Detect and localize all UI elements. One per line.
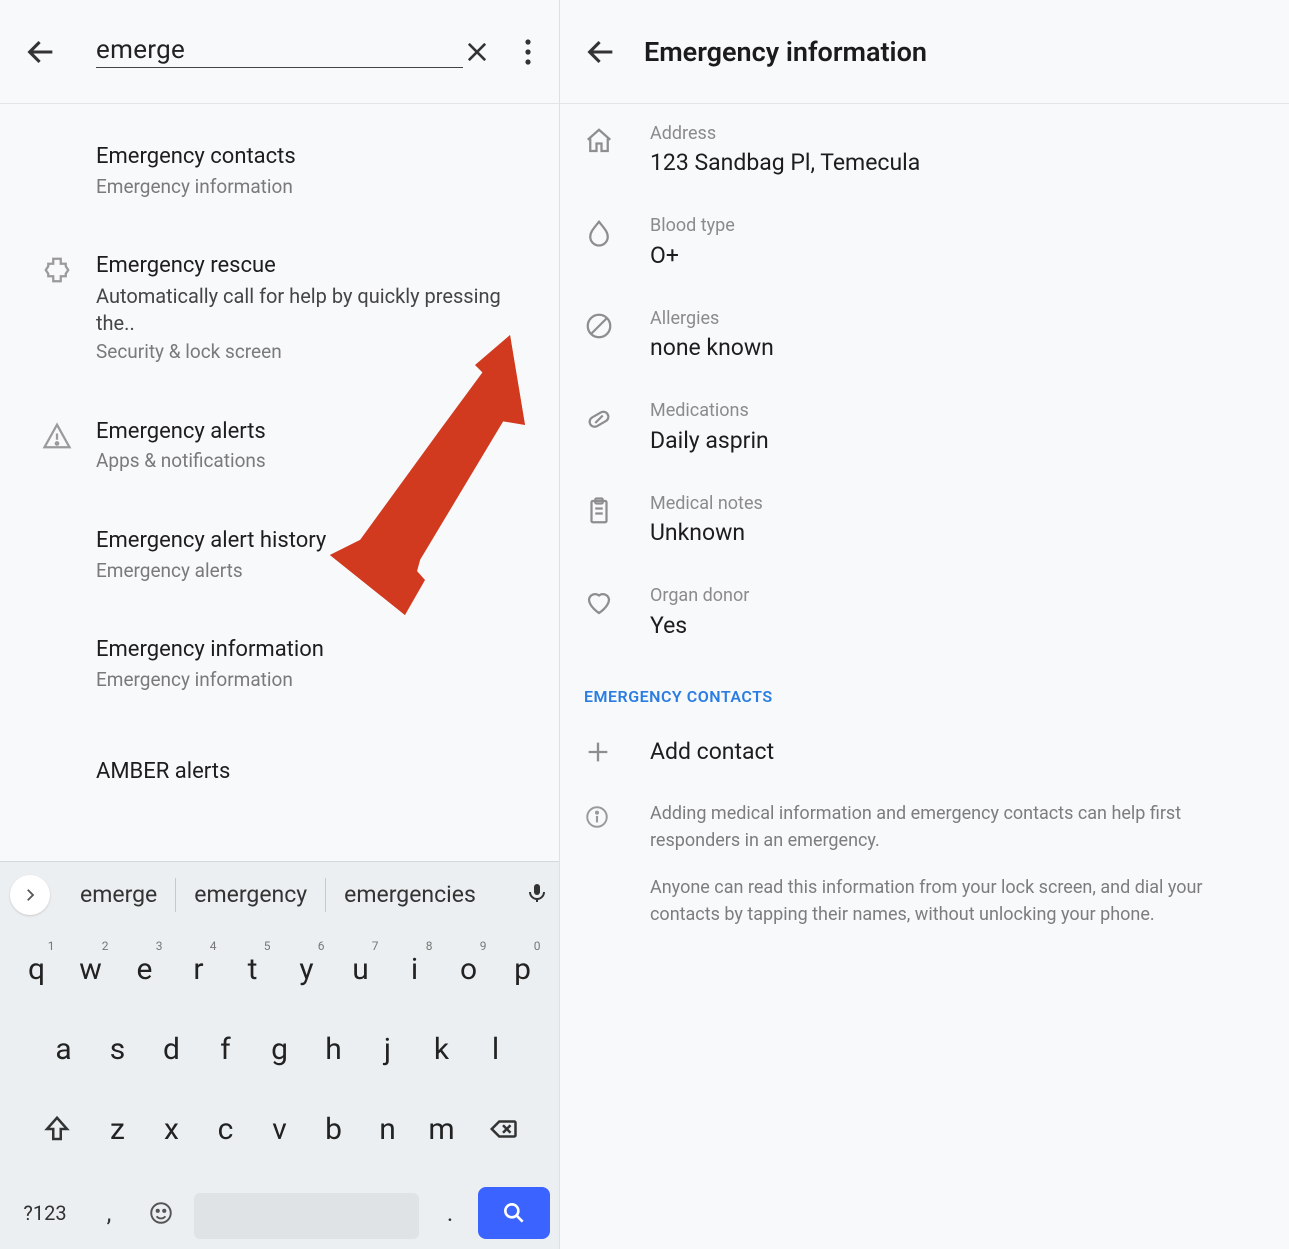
info-value: O+: [650, 240, 1265, 271]
info-value: 123 Sandbag Pl, Temecula: [650, 147, 1265, 178]
result-title: Emergency rescue: [96, 251, 543, 281]
search-result[interactable]: AMBER alerts: [0, 729, 559, 803]
key-a[interactable]: a: [40, 1015, 88, 1083]
info-value: Yes: [650, 610, 1265, 641]
keyboard-search-key[interactable]: [478, 1187, 550, 1239]
key-y[interactable]: y6: [283, 935, 331, 1003]
space-key[interactable]: [194, 1193, 419, 1239]
info-row-blood[interactable]: Blood type O+: [560, 196, 1289, 288]
emoji-key[interactable]: [137, 1185, 185, 1241]
info-row-pill[interactable]: Medications Daily asprin: [560, 381, 1289, 473]
key-m[interactable]: m: [418, 1095, 466, 1163]
key-g[interactable]: g: [256, 1015, 304, 1083]
key-x[interactable]: x: [148, 1095, 196, 1163]
key-i[interactable]: i8: [391, 935, 439, 1003]
blood-icon: [584, 214, 650, 270]
key-r[interactable]: r4: [175, 935, 223, 1003]
info-value: none known: [650, 332, 1265, 363]
clear-icon[interactable]: [463, 38, 491, 66]
key-e[interactable]: e3: [121, 935, 169, 1003]
key-k[interactable]: k: [418, 1015, 466, 1083]
overflow-menu-icon[interactable]: [525, 39, 531, 65]
result-sub: Emergency information: [96, 174, 543, 200]
result-desc: Automatically call for help by quickly p…: [96, 283, 543, 337]
suggestion[interactable]: emergencies: [326, 883, 494, 906]
info-value: Unknown: [650, 517, 1265, 548]
annotation-arrow-icon: [320, 330, 530, 654]
period-key[interactable]: .: [428, 1185, 472, 1241]
info-label: Medical notes: [650, 492, 1265, 515]
add-contact-label: Add contact: [650, 738, 774, 765]
search-header: emerge: [0, 0, 559, 104]
info-label: Organ donor: [650, 584, 1265, 607]
info-row-clipboard[interactable]: Medical notesUnknown: [560, 474, 1289, 566]
search-input[interactable]: emerge: [96, 35, 463, 68]
page-header: Emergency information: [560, 0, 1289, 104]
back-icon[interactable]: [24, 35, 58, 69]
keyboard: emerge emergency emergencies q1w2e3r4t5y…: [0, 861, 559, 1249]
section-emergency-contacts: EMERGENCY CONTACTS: [560, 659, 1289, 714]
info-value: Daily asprin: [650, 425, 1265, 456]
info-row-prohibit[interactable]: Allergiesnone known: [560, 289, 1289, 381]
search-pane: emerge Emergency contacts Emergency info…: [0, 0, 560, 1249]
info-label: Blood type: [650, 214, 1265, 237]
key-z[interactable]: z: [94, 1095, 142, 1163]
key-q[interactable]: q1: [13, 935, 61, 1003]
suggestion[interactable]: emerge: [62, 883, 175, 906]
search-result[interactable]: Emergency contacts Emergency information: [0, 126, 559, 215]
key-f[interactable]: f: [202, 1015, 250, 1083]
pill-icon: [584, 399, 650, 455]
info-icon: [584, 800, 650, 928]
key-t[interactable]: t5: [229, 935, 277, 1003]
info-label: Allergies: [650, 307, 1265, 330]
page-title: Emergency information: [644, 36, 927, 68]
info-label: Address: [650, 122, 1265, 145]
key-o[interactable]: o9: [445, 935, 493, 1003]
alert-triangle-icon: [18, 417, 96, 474]
info-label: Medications: [650, 399, 1265, 422]
key-s[interactable]: s: [94, 1015, 142, 1083]
home-icon: [584, 122, 650, 178]
heart-icon: [584, 584, 650, 640]
backspace-key[interactable]: [472, 1095, 534, 1163]
key-w[interactable]: w2: [67, 935, 115, 1003]
symbols-key[interactable]: ?123: [9, 1185, 81, 1241]
expand-suggestions-icon[interactable]: [10, 875, 50, 915]
result-sub: Emergency information: [96, 667, 543, 693]
key-c[interactable]: c: [202, 1095, 250, 1163]
key-d[interactable]: d: [148, 1015, 196, 1083]
key-u[interactable]: u7: [337, 935, 385, 1003]
medical-icon: [18, 251, 96, 364]
result-title: AMBER alerts: [96, 757, 543, 787]
prohibit-icon: [584, 307, 650, 363]
clipboard-icon: [584, 492, 650, 548]
key-v[interactable]: v: [256, 1095, 304, 1163]
key-l[interactable]: l: [472, 1015, 520, 1083]
add-contact-button[interactable]: Add contact: [560, 714, 1289, 790]
help-text: Adding medical information and emergency…: [560, 790, 1289, 928]
emergency-info-pane: Emergency information Address123 Sandbag…: [560, 0, 1289, 1249]
key-n[interactable]: n: [364, 1095, 412, 1163]
result-title: Emergency contacts: [96, 142, 543, 172]
info-row-home[interactable]: Address123 Sandbag Pl, Temecula: [560, 104, 1289, 196]
key-b[interactable]: b: [310, 1095, 358, 1163]
back-icon[interactable]: [584, 35, 618, 69]
key-j[interactable]: j: [364, 1015, 412, 1083]
plus-icon: [584, 738, 650, 766]
comma-key[interactable]: ,: [87, 1185, 131, 1241]
suggestion-bar: emerge emergency emergencies: [0, 861, 559, 927]
key-h[interactable]: h: [310, 1015, 358, 1083]
mic-icon[interactable]: [525, 881, 549, 909]
key-p[interactable]: p0: [499, 935, 547, 1003]
suggestion[interactable]: emergency: [176, 883, 325, 906]
shift-key[interactable]: [26, 1095, 88, 1163]
info-row-heart[interactable]: Organ donor Yes: [560, 566, 1289, 658]
